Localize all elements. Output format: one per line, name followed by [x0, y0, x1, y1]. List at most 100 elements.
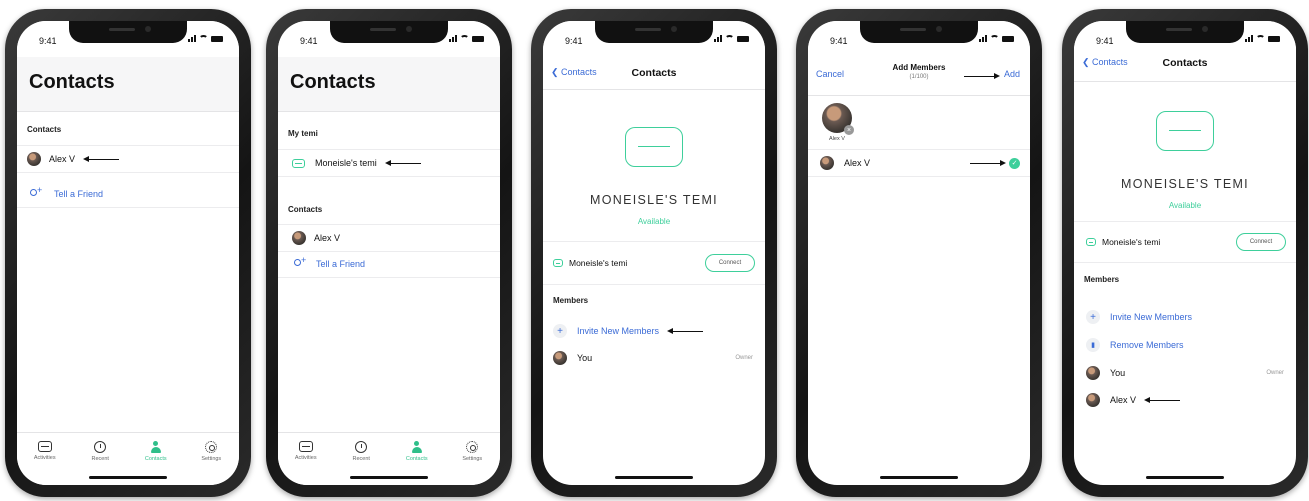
connect-button[interactable]: Connect: [705, 254, 755, 272]
wifi-icon: [199, 35, 208, 42]
avatar: [292, 231, 306, 245]
phone-4: 9:41 Cancel Add Members (1/100) Add × Al…: [796, 9, 1042, 497]
signal-icon: [979, 35, 987, 42]
contact-row-alex[interactable]: Alex V: [17, 145, 239, 173]
battery-icon: [1002, 36, 1014, 42]
temi-name: Moneisle's temi: [315, 158, 377, 168]
trash-icon: ▮: [1086, 338, 1100, 352]
member-name: You: [577, 353, 593, 363]
remove-icon[interactable]: ×: [844, 125, 854, 135]
avatar: [27, 152, 41, 166]
gear-icon: [466, 441, 479, 453]
arrow-right-icon: [964, 73, 1000, 79]
contact-row-alex[interactable]: Alex V ✓: [808, 149, 1030, 177]
clock-icon: [355, 441, 368, 453]
header: Contacts: [278, 57, 500, 112]
tell-a-friend-row[interactable]: Tell a Friend: [278, 251, 500, 278]
member-row-you: You: [1074, 360, 1296, 386]
status-time: 9:41: [300, 36, 318, 46]
temi-status: Available: [1168, 201, 1202, 210]
contact-name: Alex V: [314, 233, 341, 243]
arrow-left-icon: [1144, 397, 1181, 403]
battery-icon: [737, 36, 749, 42]
nav-title: Contacts: [1162, 57, 1208, 69]
arrow-left-icon: [667, 328, 704, 334]
member-name: Alex V: [1110, 395, 1137, 405]
member-row-you: You: [543, 345, 765, 371]
section-members: Members: [553, 296, 589, 305]
tell-a-friend-label: Tell a Friend: [316, 259, 366, 269]
phone-3: 9:41 ❮ Contacts Contacts MONEISLE'S TEMI…: [531, 9, 777, 497]
arrow-right-icon: [970, 160, 1006, 166]
header: Contacts: [17, 57, 239, 112]
nav-title: Contacts: [631, 67, 677, 79]
nav-bar: Cancel Add Members (1/100) Add: [808, 57, 1030, 96]
add-person-icon: [29, 185, 42, 200]
signal-icon: [188, 35, 196, 42]
tab-settings[interactable]: Settings: [445, 433, 501, 485]
tab-settings[interactable]: Settings: [184, 433, 240, 485]
check-icon[interactable]: ✓: [1009, 157, 1020, 169]
home-indicator: [1146, 476, 1224, 479]
tab-activities[interactable]: Activities: [17, 433, 73, 485]
phone-1: 9:41 Contacts Contacts Alex V Tell a Fri…: [5, 9, 251, 497]
plus-icon: +: [553, 324, 567, 338]
wifi-icon: [1256, 35, 1265, 42]
temi-robot-icon: [625, 127, 683, 167]
invite-members-row[interactable]: + Invite New Members: [543, 318, 765, 344]
home-indicator: [880, 476, 958, 479]
tell-a-friend-row[interactable]: Tell a Friend: [17, 181, 239, 208]
status-time: 9:41: [565, 36, 583, 46]
page-title: Contacts: [29, 71, 115, 93]
person-icon: [150, 441, 162, 453]
home-indicator: [89, 476, 167, 479]
temi-row[interactable]: Moneisle's temi: [278, 149, 500, 177]
wifi-icon: [725, 35, 734, 42]
contact-row-alex[interactable]: Alex V: [278, 224, 500, 252]
member-name: You: [1110, 368, 1126, 378]
temi-status: Available: [637, 217, 671, 226]
owner-badge: Owner: [735, 355, 753, 361]
signal-icon: [1245, 35, 1253, 42]
member-row-alex[interactable]: Alex V: [1074, 387, 1296, 413]
plus-icon: +: [1086, 310, 1100, 324]
tab-activities[interactable]: Activities: [278, 433, 334, 485]
add-button[interactable]: Add: [1004, 69, 1020, 79]
temi-title: MONEISLE'S TEMI: [1121, 177, 1249, 191]
notch: [595, 21, 713, 43]
invite-members-label: Invite New Members: [1110, 312, 1193, 322]
owner-badge: Owner: [1266, 370, 1284, 376]
section-members: Members: [1084, 275, 1120, 284]
nav-title: Add Members: [892, 63, 946, 72]
connect-button[interactable]: Connect: [1236, 233, 1286, 251]
robot-icon: [553, 259, 563, 267]
home-indicator: [615, 476, 693, 479]
invite-members-row[interactable]: + Invite New Members: [1074, 304, 1296, 330]
selected-avatar[interactable]: ×: [822, 103, 854, 135]
robot-icon: [298, 441, 313, 452]
notch: [860, 21, 978, 43]
remove-members-row[interactable]: ▮ Remove Members: [1074, 332, 1296, 358]
wifi-icon: [990, 35, 999, 42]
robot-icon: [37, 441, 52, 452]
arrow-left-icon: [384, 160, 421, 166]
screen-4: 9:41 Cancel Add Members (1/100) Add × Al…: [808, 21, 1030, 485]
screen-5: 9:41 ❮ Contacts Contacts MONEISLE'S TEMI…: [1074, 21, 1296, 485]
notch: [69, 21, 187, 43]
screen-3: 9:41 ❮ Contacts Contacts MONEISLE'S TEMI…: [543, 21, 765, 485]
avatar: [1086, 393, 1100, 407]
selected-name: Alex V: [829, 136, 845, 142]
temi-name: Moneisle's temi: [1102, 237, 1161, 247]
battery-icon: [472, 36, 484, 42]
section-contacts: Contacts: [27, 125, 62, 134]
avatar: [1086, 366, 1100, 380]
status-time: 9:41: [39, 36, 57, 46]
wifi-icon: [460, 35, 469, 42]
avatar: [820, 156, 834, 170]
robot-icon: [1086, 238, 1096, 246]
status-time: 9:41: [1096, 36, 1114, 46]
notch: [1126, 21, 1244, 43]
contact-name: Alex V: [49, 154, 76, 164]
notch: [330, 21, 448, 43]
arrow-left-icon: [83, 156, 120, 162]
